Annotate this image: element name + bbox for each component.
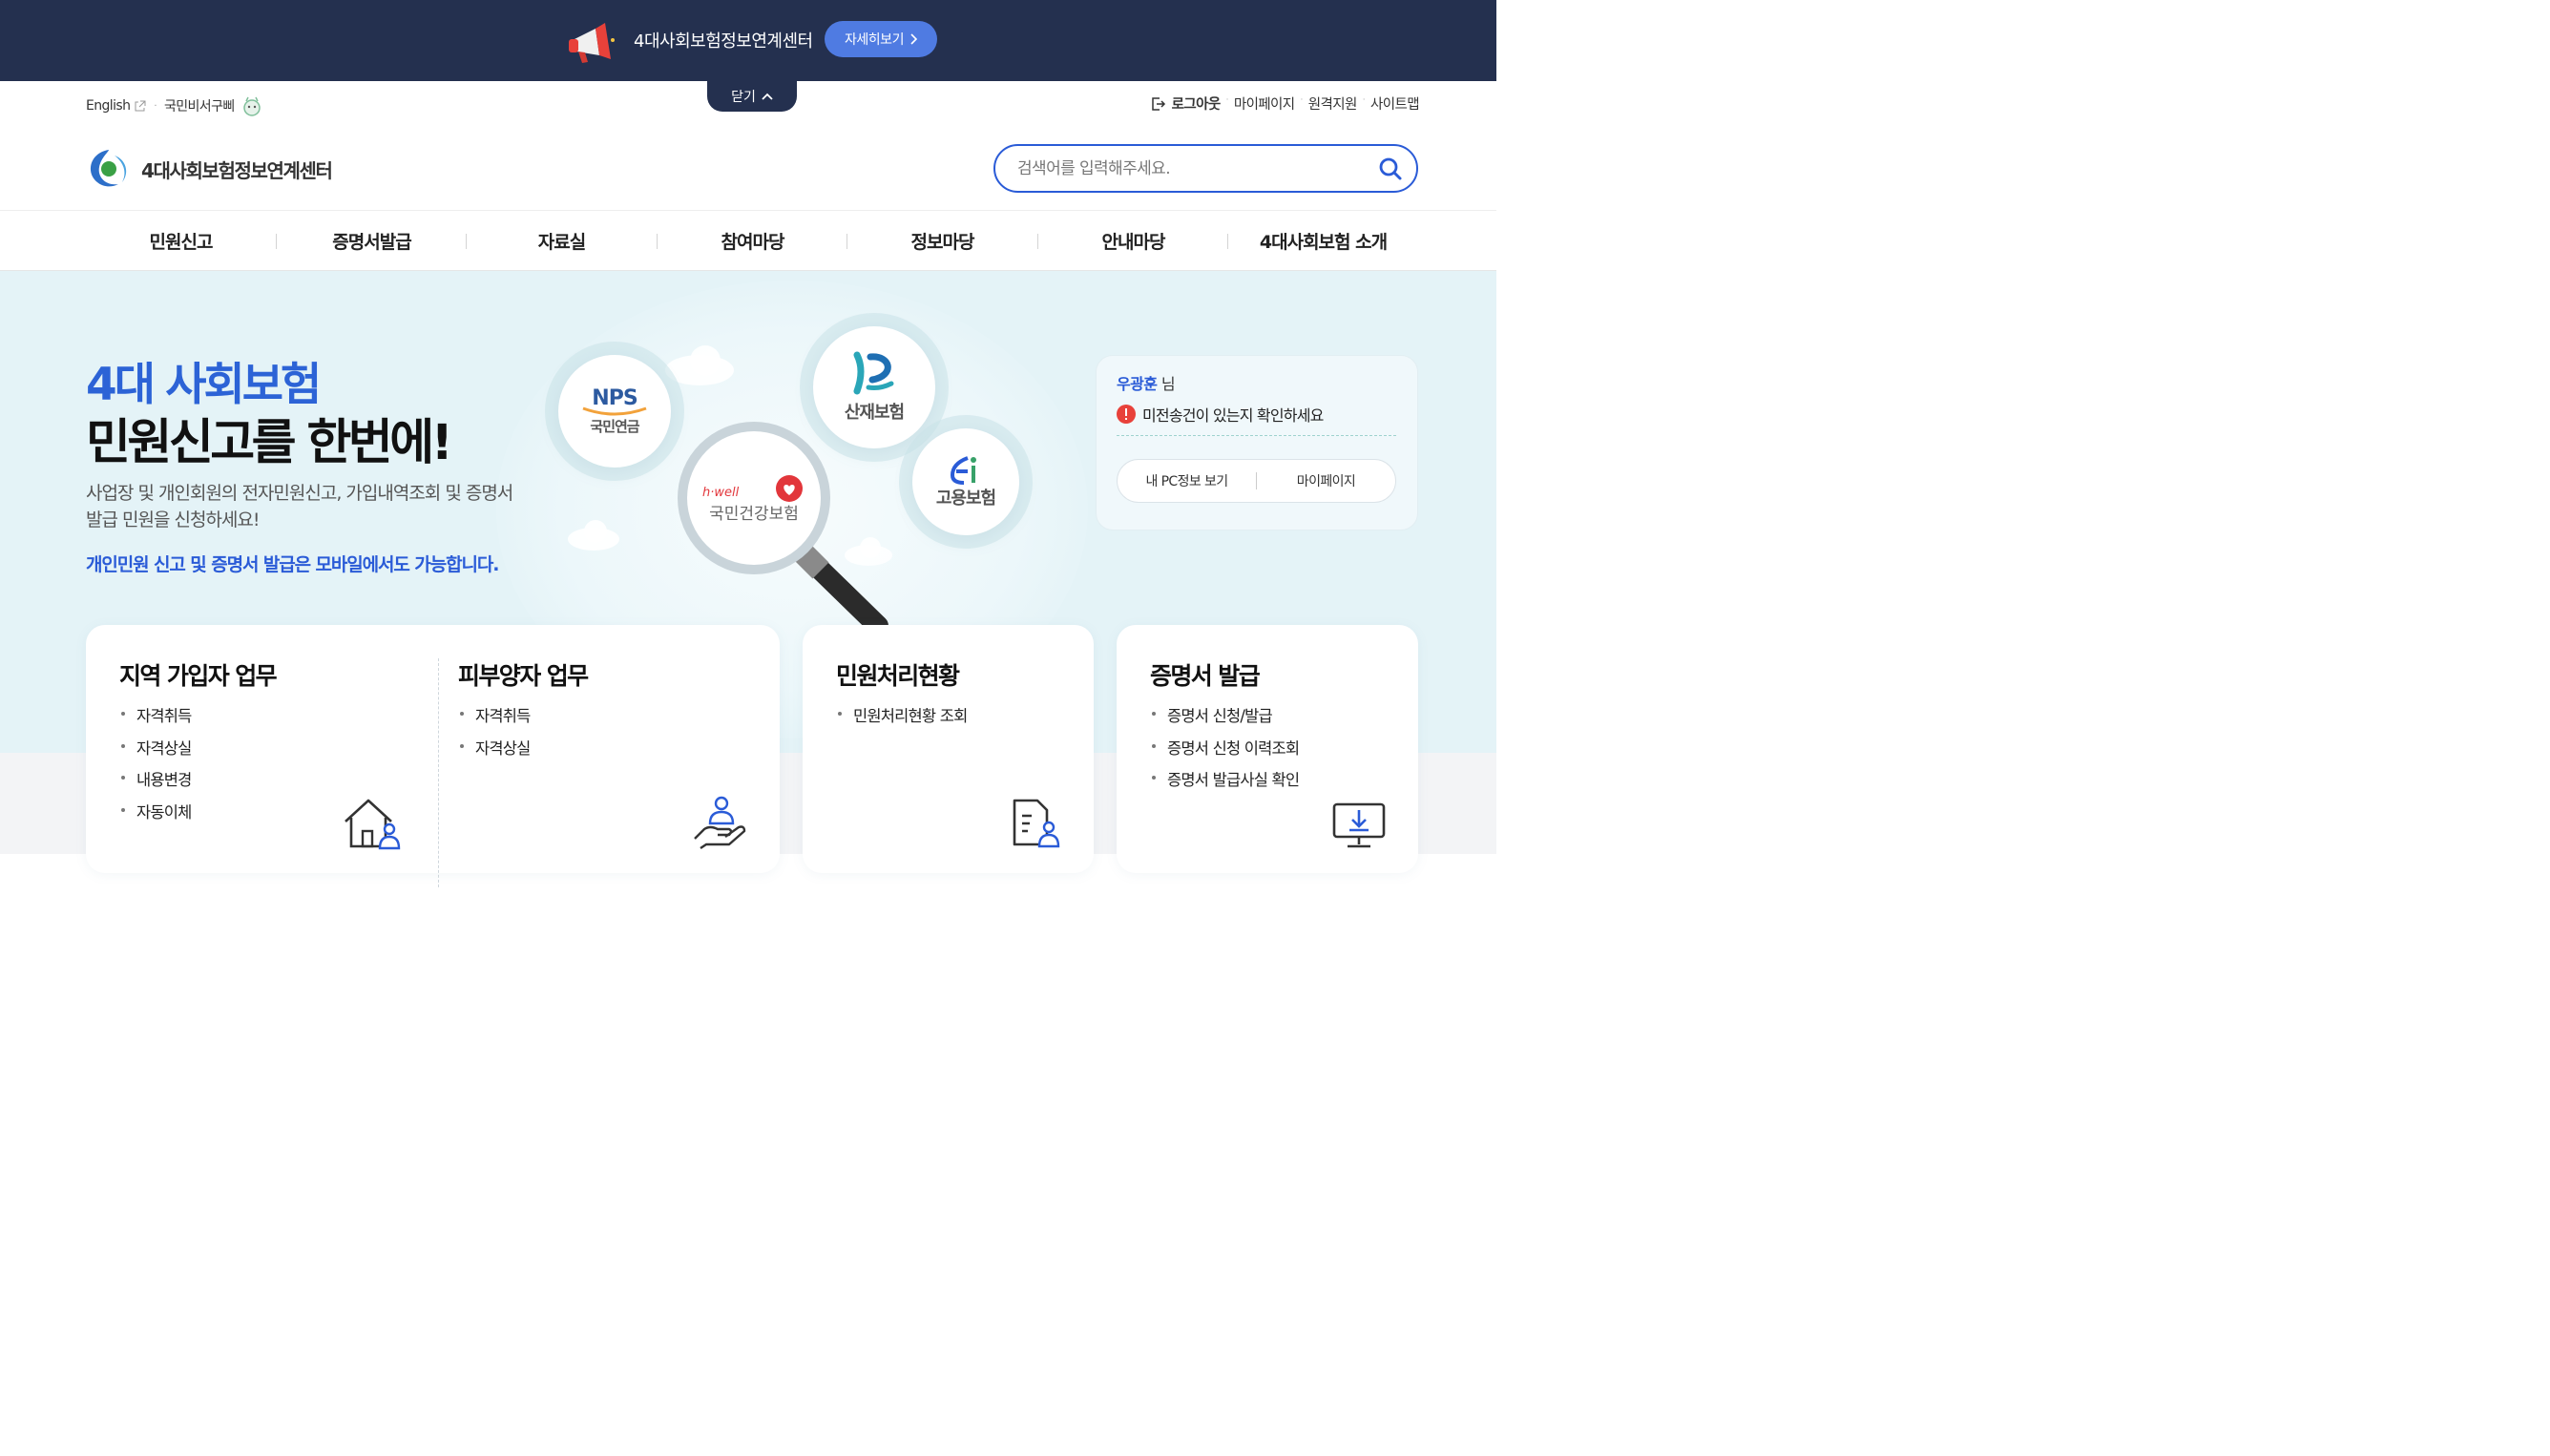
region-item-list: 자격취득 자격상실 내용변경 자동이체 bbox=[119, 703, 192, 831]
employment-insurance-bubble[interactable]: 고용보험 bbox=[912, 428, 1019, 535]
employment-label: 고용보험 bbox=[935, 489, 996, 509]
mypage-link[interactable]: 마이페이지 bbox=[1234, 94, 1295, 114]
cloud-decoration bbox=[568, 520, 619, 551]
nav-item-guide[interactable]: 안내마당 bbox=[1038, 211, 1228, 270]
user-suffix: 님 bbox=[1160, 375, 1176, 393]
card-divider bbox=[438, 658, 439, 887]
list-item[interactable]: 자동이체 bbox=[119, 800, 192, 832]
nav-item-participation[interactable]: 참여마당 bbox=[658, 211, 847, 270]
hero-mobile-notice[interactable]: 개인민원 신고 및 증명서 발급은 모바일에서도 가능합니다. bbox=[86, 551, 499, 576]
list-item[interactable]: 증명서 신청 이력조회 bbox=[1150, 736, 1300, 768]
banner-title: 4대사회보험정보연계센터 bbox=[634, 31, 813, 52]
banner-close-label: 닫기 bbox=[731, 90, 756, 105]
nav-item-information[interactable]: 정보마당 bbox=[847, 211, 1037, 270]
list-item[interactable]: 자격상실 bbox=[458, 736, 531, 768]
assistant-link[interactable]: 국민비서구삐 bbox=[164, 96, 235, 115]
megaphone-icon bbox=[569, 23, 615, 63]
list-item[interactable]: 내용변경 bbox=[119, 767, 192, 800]
cloud-decoration bbox=[665, 345, 734, 385]
utility-right: 로그아웃 · 마이페이지 · 원격지원 · 사이트맵 bbox=[1151, 94, 1420, 114]
certificate-card-title: 증명서 발급 bbox=[1150, 662, 1261, 690]
user-info-card: 우광훈 님 미전송건이 있는지 확인하세요 내 PC정보 보기 마이페이지 bbox=[1096, 355, 1418, 530]
logo-emblem-icon bbox=[90, 150, 127, 187]
banner-more-button[interactable]: 자세히보기 bbox=[825, 21, 937, 57]
care-hand-icon bbox=[694, 796, 746, 849]
separator-dot: · bbox=[1300, 94, 1304, 105]
nps-bubble[interactable]: NPS 국민연금 bbox=[558, 355, 671, 468]
external-link-icon bbox=[135, 100, 146, 111]
download-monitor-icon bbox=[1332, 802, 1386, 848]
nps-swoosh-icon bbox=[582, 406, 647, 416]
utility-left: English · 국민비서구삐 bbox=[86, 94, 263, 117]
house-user-icon bbox=[345, 799, 401, 850]
logout-label: 로그아웃 bbox=[1171, 97, 1222, 113]
nav-item-about[interactable]: 4대사회보험 소개 bbox=[1228, 211, 1418, 270]
user-notice-text: 미전송건이 있는지 확인하세요 bbox=[1142, 406, 1324, 425]
separator-dot: · bbox=[1225, 94, 1229, 105]
assistant-character-icon bbox=[242, 96, 261, 116]
nav-item-civil-report[interactable]: 민원신고 bbox=[86, 211, 276, 270]
region-card-title: 지역 가입자 업무 bbox=[119, 662, 278, 690]
employment-logo-icon bbox=[950, 456, 976, 485]
chevron-up-icon bbox=[762, 93, 773, 100]
user-button-group: 내 PC정보 보기 마이페이지 bbox=[1117, 459, 1396, 503]
document-user-icon bbox=[1013, 799, 1060, 848]
nav-item-archive[interactable]: 자료실 bbox=[467, 211, 657, 270]
status-card-title: 민원처리현황 bbox=[836, 662, 960, 690]
card-divider bbox=[1117, 435, 1396, 436]
certificate-item-list: 증명서 신청/발급 증명서 신청 이력조회 증명서 발급사실 확인 bbox=[1150, 703, 1300, 800]
user-notice[interactable]: 미전송건이 있는지 확인하세요 bbox=[1117, 403, 1324, 426]
status-card: 민원처리현황 민원처리현황 조회 bbox=[803, 625, 1094, 873]
logout-link[interactable]: 로그아웃 bbox=[1151, 94, 1221, 114]
certificate-card: 증명서 발급 증명서 신청/발급 증명서 신청 이력조회 증명서 발급사실 확인 bbox=[1117, 625, 1418, 873]
search-input[interactable] bbox=[1017, 158, 1378, 178]
dependent-item-list: 자격취득 자격상실 bbox=[458, 703, 531, 767]
remote-support-link[interactable]: 원격지원 bbox=[1308, 94, 1358, 114]
top-banner: 4대사회보험정보연계센터 자세히보기 bbox=[0, 0, 1496, 81]
separator-dot: · bbox=[1362, 94, 1366, 105]
kcomwel-logo-icon bbox=[853, 351, 894, 395]
member-service-card: 지역 가입자 업무 자격취득 자격상실 내용변경 자동이체 피부양자 업무 자격… bbox=[86, 625, 780, 887]
nhis-logo-text: h·well bbox=[702, 486, 740, 500]
list-item[interactable]: 자격취득 bbox=[119, 703, 192, 736]
list-item[interactable]: 증명서 신청/발급 bbox=[1150, 703, 1299, 736]
site-logo[interactable]: 4대사회보험정보연계센터 bbox=[86, 146, 333, 192]
alert-icon bbox=[1117, 405, 1136, 424]
sitemap-link[interactable]: 사이트맵 bbox=[1370, 94, 1420, 114]
search-icon[interactable] bbox=[1378, 156, 1403, 181]
status-item-list: 민원처리현황 조회 bbox=[836, 703, 968, 736]
nhis-bubble[interactable]: h·well 국민건강보험 bbox=[697, 456, 811, 542]
nps-label: 국민연금 bbox=[590, 418, 639, 435]
list-item[interactable]: 민원처리현황 조회 bbox=[836, 703, 968, 736]
hero-description: 사업장 및 개인회원의 전자민원신고, 가입내역조회 및 증명서 발급 민원을 … bbox=[86, 483, 513, 530]
nav-item-certificate[interactable]: 증명서발급 bbox=[277, 211, 467, 270]
nhis-label: 국민건강보험 bbox=[709, 505, 799, 524]
english-link[interactable]: English bbox=[86, 98, 131, 114]
list-item[interactable]: 자격취득 bbox=[458, 703, 531, 736]
user-greeting: 우광훈 님 bbox=[1117, 371, 1176, 394]
dependent-card-title: 피부양자 업무 bbox=[458, 662, 589, 690]
list-item[interactable]: 자격상실 bbox=[119, 736, 192, 768]
search-box bbox=[993, 144, 1418, 193]
banner-more-label: 자세히보기 bbox=[845, 32, 904, 48]
hero-title-secondary: 민원신고를 한번에! bbox=[86, 415, 453, 471]
banner-close-button[interactable]: 닫기 bbox=[707, 81, 797, 112]
logout-icon bbox=[1151, 96, 1165, 111]
main-navigation: 민원신고 증명서발급 자료실 참여마당 정보마당 안내마당 4대사회보험 소개 bbox=[0, 210, 1496, 271]
list-item[interactable]: 증명서 발급사실 확인 bbox=[1150, 767, 1300, 800]
chevron-right-icon bbox=[910, 33, 917, 45]
logo-text: 4대사회보험정보연계센터 bbox=[141, 158, 333, 182]
nhis-heart-icon bbox=[776, 475, 803, 502]
user-name: 우광훈 bbox=[1117, 375, 1158, 393]
separator-dot: · bbox=[154, 100, 157, 112]
my-pc-info-button[interactable]: 내 PC정보 보기 bbox=[1118, 471, 1256, 490]
user-mypage-button[interactable]: 마이페이지 bbox=[1257, 471, 1395, 490]
